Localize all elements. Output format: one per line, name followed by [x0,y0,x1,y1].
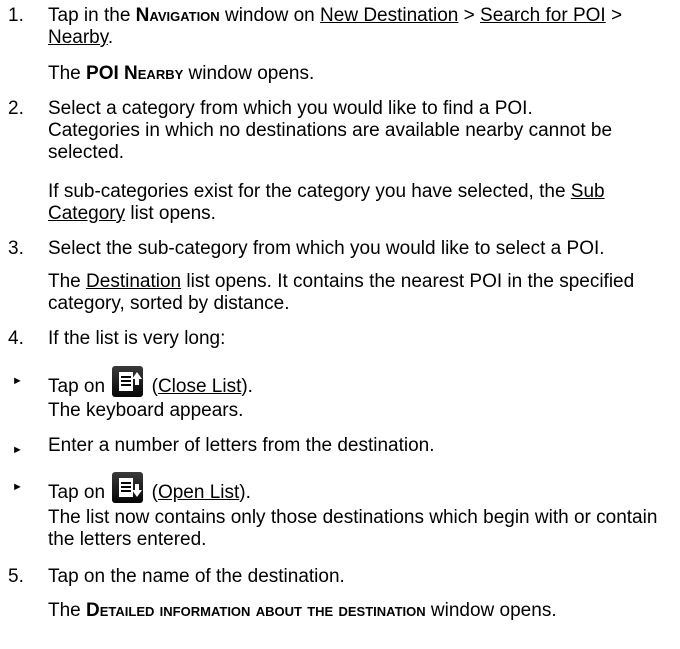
open-list-icon[interactable] [112,472,144,503]
step-text: Tap in the Navigation window on New Dest… [48,5,623,48]
bullet-arrow: ► [12,481,23,493]
link-open-list[interactable]: Open List [158,482,239,503]
detailed-information-window-name: Detailed information about the destinati… [86,600,426,621]
navigation-window-name: Navigation [135,5,220,26]
step-number: 1. [8,5,24,26]
step-number: 4. [8,328,24,349]
poi-nearby-window-name: POI Nearby [86,63,184,84]
link-close-list[interactable]: Close List [158,376,241,397]
step-number: 5. [8,566,24,587]
step-text: Select the sub-category from which you w… [48,238,605,259]
link-destination[interactable]: Destination [86,271,181,292]
step-text: Tap on the name of the destination. [48,566,345,587]
step-number: 2. [8,98,24,119]
close-list-icon[interactable] [112,366,144,397]
link-search-for-poi[interactable]: Search for POI [480,5,606,26]
link-nearby[interactable]: Nearby [48,27,108,48]
bullet-arrow: ► [12,444,23,456]
step-number: 3. [8,238,24,259]
bullet-arrow: ► [12,375,23,387]
step-text: If the list is very long: [48,328,226,349]
link-new-destination[interactable]: New Destination [320,5,458,26]
step-text: Select a category from which you would l… [48,98,613,163]
